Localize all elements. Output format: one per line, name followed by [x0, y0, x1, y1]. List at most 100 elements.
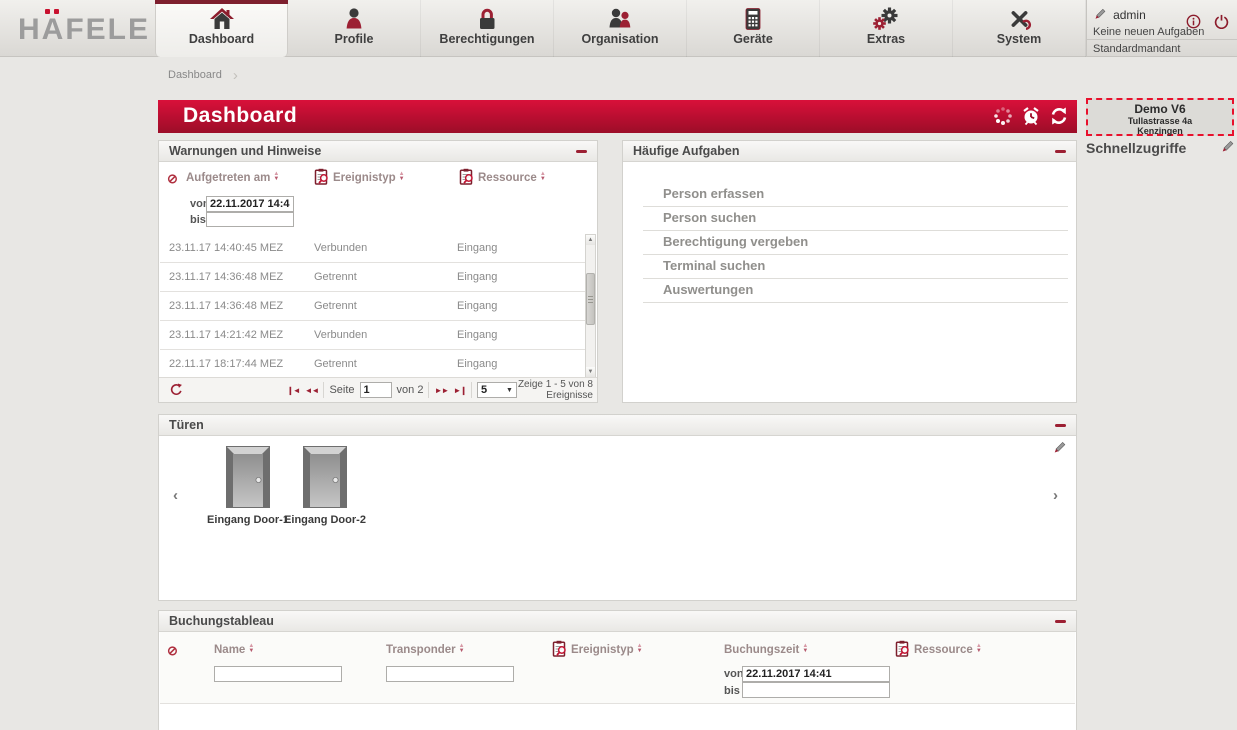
seite-label: Seite: [329, 384, 354, 396]
select-arrow-icon: ▼: [506, 387, 513, 394]
page-count-label: von 2: [397, 384, 424, 396]
first-page-icon[interactable]: ❙◄: [287, 386, 300, 395]
tab-berechtigungen-label: Berechtigungen: [421, 32, 553, 46]
alarm-clock-icon[interactable]: [1021, 106, 1041, 126]
logout-power-icon[interactable]: [1214, 14, 1229, 29]
bis-label: bis: [724, 685, 740, 697]
tab-profile[interactable]: Profile: [288, 0, 421, 57]
ereignistyp-filter-icon[interactable]: [551, 640, 568, 658]
hafele-logo: HAFELE: [18, 13, 150, 47]
ressource-filter-icon[interactable]: [458, 168, 475, 186]
bookings-von-input[interactable]: [742, 666, 890, 682]
doors-panel-title: Türen: [169, 418, 204, 432]
demo-environment-badge: Demo V6 Tullastrasse 4a Kenzingen: [1086, 98, 1234, 136]
tab-geraete[interactable]: Geräte: [687, 0, 820, 57]
warnings-von-input[interactable]: [206, 196, 294, 212]
column-ereignistyp[interactable]: Ereignistyp▲▼: [333, 172, 405, 184]
warnings-bis-input[interactable]: [206, 212, 294, 227]
frequent-tasks-panel: Häufige Aufgaben Person erfassen Person …: [622, 140, 1077, 403]
tab-extras[interactable]: Extras: [820, 0, 953, 57]
edit-doors-pencil-icon[interactable]: [1052, 441, 1066, 455]
tasks-panel-header: Häufige Aufgaben: [623, 141, 1076, 162]
mandant-label[interactable]: Standardmandant: [1093, 43, 1180, 55]
door-item[interactable]: Eingang Door-2: [280, 445, 370, 526]
link-person-suchen[interactable]: Person suchen: [643, 207, 1068, 231]
tab-organisation[interactable]: Organisation: [554, 0, 687, 57]
user-info-area: admin: [1086, 0, 1237, 57]
block-filter-icon[interactable]: ⊘: [167, 171, 178, 187]
tab-organisation-label: Organisation: [554, 32, 686, 46]
tasks-status-label: Keine neuen Aufgaben: [1093, 26, 1204, 38]
ereignistyp-filter-icon[interactable]: [313, 168, 330, 186]
username-label[interactable]: admin: [1113, 8, 1146, 22]
bookings-panel-header: Buchungstableau: [159, 611, 1076, 632]
page-number-input[interactable]: [360, 382, 392, 398]
pagination-summary: Zeige 1 - 5 von 8 Ereignisse: [518, 379, 593, 401]
breadcrumb: Dashboard ›: [168, 67, 238, 84]
bookings-panel: Buchungstableau ⊘ Name▲▼ Transponder▲▼ E…: [158, 610, 1077, 730]
tab-system-label: System: [953, 32, 1085, 46]
scroll-down-button[interactable]: ▼: [586, 367, 595, 377]
home-icon: [156, 0, 287, 32]
tab-geraete-label: Geräte: [687, 32, 819, 46]
table-scrollbar[interactable]: ▲ ▼: [585, 234, 596, 378]
demo-title: Demo V6: [1088, 102, 1232, 116]
von-label: von: [724, 668, 744, 680]
event-row[interactable]: 23.11.17 14:36:48 MEZ Getrennt Eingang: [160, 263, 586, 292]
breadcrumb-item[interactable]: Dashboard: [168, 69, 222, 81]
tab-system[interactable]: System: [953, 0, 1086, 57]
scrollbar-thumb[interactable]: [586, 273, 595, 325]
page-size-select[interactable]: 5▼: [477, 382, 517, 398]
page-title: Dashboard: [183, 104, 297, 128]
warnings-collapse-button[interactable]: [576, 150, 587, 153]
doors-panel-header: Türen: [159, 415, 1076, 436]
column-ereignistyp[interactable]: Ereignistyp▲▼: [571, 644, 643, 656]
tasks-collapse-button[interactable]: [1055, 150, 1066, 153]
column-name[interactable]: Name▲▼: [214, 644, 254, 656]
tab-berechtigungen[interactable]: Berechtigungen: [421, 0, 554, 57]
quick-access-header: Schnellzugriffe: [1086, 140, 1237, 156]
column-aufgetreten-am[interactable]: Aufgetreten am▲▼: [186, 172, 279, 184]
ressource-filter-icon[interactable]: [894, 640, 911, 658]
carousel-left-icon[interactable]: ‹: [173, 487, 178, 504]
link-terminal-suchen[interactable]: Terminal suchen: [643, 255, 1068, 279]
edit-profile-pencil-icon[interactable]: [1093, 8, 1106, 21]
bookings-bis-input[interactable]: [742, 682, 890, 698]
calculator-icon: [687, 0, 819, 32]
column-buchungszeit[interactable]: Buchungszeit▲▼: [724, 644, 808, 656]
link-person-erfassen[interactable]: Person erfassen: [643, 183, 1068, 207]
link-auswertungen[interactable]: Auswertungen: [643, 279, 1068, 303]
transponder-filter-input[interactable]: [386, 666, 514, 682]
event-row[interactable]: 23.11.17 14:36:48 MEZ Getrennt Eingang: [160, 292, 586, 321]
warnings-panel: Warnungen und Hinweise ⊘ Aufgetreten am▲…: [158, 140, 598, 403]
sort-down-icon: ▼: [273, 177, 279, 182]
carousel-right-icon[interactable]: ›: [1053, 487, 1058, 504]
event-row[interactable]: 23.11.17 14:40:45 MEZ Verbunden Eingang: [160, 234, 586, 263]
next-page-icon[interactable]: ►►: [434, 386, 448, 395]
prev-page-icon[interactable]: ◄◄: [305, 386, 319, 395]
refresh-icon[interactable]: [1049, 106, 1069, 126]
doors-collapse-button[interactable]: [1055, 424, 1066, 427]
column-ressource[interactable]: Ressource▲▼: [478, 172, 546, 184]
edit-quick-access-pencil-icon[interactable]: [1220, 140, 1234, 154]
spinner-icon[interactable]: [993, 106, 1013, 126]
reload-table-icon[interactable]: [169, 382, 184, 397]
lock-icon: [421, 0, 553, 32]
tab-dashboard[interactable]: Dashboard: [155, 0, 288, 57]
event-row[interactable]: 22.11.17 18:17:44 MEZ Getrennt Eingang: [160, 350, 586, 379]
scroll-up-button[interactable]: ▲: [586, 235, 595, 245]
bookings-panel-title: Buchungstableau: [169, 614, 274, 628]
link-berechtigung-vergeben[interactable]: Berechtigung vergeben: [643, 231, 1068, 255]
tab-profile-label: Profile: [288, 32, 420, 46]
application-window: HAFELE Dashboard: [0, 0, 1237, 730]
bookings-collapse-button[interactable]: [1055, 620, 1066, 623]
column-ressource[interactable]: Ressource▲▼: [914, 644, 982, 656]
column-transponder[interactable]: Transponder▲▼: [386, 644, 465, 656]
event-row[interactable]: 23.11.17 14:21:42 MEZ Verbunden Eingang: [160, 321, 586, 350]
bis-label: bis: [190, 214, 206, 226]
page-title-bar: Dashboard: [158, 100, 1077, 133]
tools-icon: [953, 0, 1085, 32]
block-filter-icon[interactable]: ⊘: [167, 643, 178, 659]
last-page-icon[interactable]: ►❙: [453, 386, 466, 395]
name-filter-input[interactable]: [214, 666, 342, 682]
